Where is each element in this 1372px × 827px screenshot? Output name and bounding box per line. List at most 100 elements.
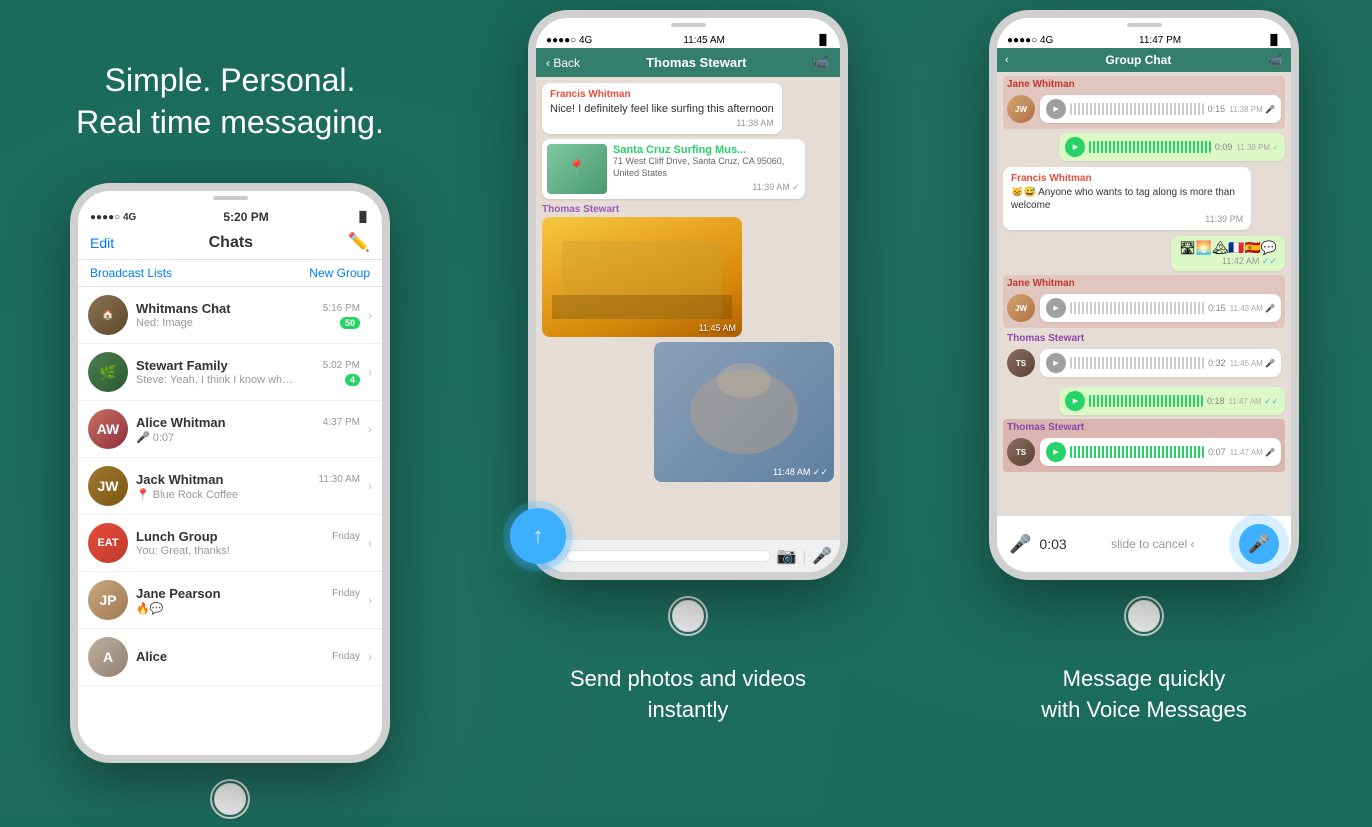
- jane-sender-name-2: Jane Whitman: [1007, 278, 1281, 289]
- phone2-home-area: [528, 588, 848, 644]
- list-item[interactable]: A Alice Friday ›: [78, 629, 382, 686]
- chat-time: Friday: [332, 651, 360, 662]
- voice-bubble-out1[interactable]: ▶ 0:09 11:38 PM ✓: [1059, 133, 1285, 161]
- chat-badge: 4: [345, 374, 360, 386]
- francis-name: Francis Whitman: [1011, 173, 1243, 184]
- voice-bubble-jane1[interactable]: ▶ 0:15 11:38 PM 🎤: [1040, 95, 1281, 123]
- phone1-time: 5:20 PM: [223, 210, 268, 224]
- message-time: 11:38 AM: [550, 118, 774, 128]
- list-item[interactable]: AW Alice Whitman 4:37 PM 🎤 0:07 ›: [78, 401, 382, 458]
- chat-header: Alice Friday: [136, 649, 360, 664]
- play-button-out[interactable]: ▶: [1065, 137, 1085, 157]
- list-item[interactable]: JW Jack Whitman 11:30 AM 📍 Blue Rock Cof…: [78, 458, 382, 515]
- phone1-nav: Edit Chats ✏️: [78, 226, 382, 260]
- video-bg: [542, 217, 742, 337]
- edit-button[interactable]: Edit: [90, 235, 114, 251]
- waveform-out2: [1089, 395, 1203, 407]
- emoji-message: 🛣🌅🏔🇫🇷🇪🇸💬 11:42 AM ✓✓: [1003, 234, 1285, 273]
- thomas-section: Thomas Stewart TS ▶ 0:32 11:45 AM 🎤: [1003, 330, 1285, 383]
- voice-ts-out2: 11:47 AM ✓✓: [1228, 396, 1279, 407]
- chat-header: Jane Pearson Friday: [136, 586, 360, 601]
- play-button-out2[interactable]: ▶: [1065, 391, 1085, 411]
- list-item[interactable]: 🌿 Stewart Family 5:02 PM Steve: Yeah, I …: [78, 344, 382, 401]
- separator: |: [802, 548, 806, 564]
- voice-bubble-thomas1[interactable]: ▶ 0:32 11:45 AM 🎤: [1040, 349, 1281, 377]
- mic-record-button[interactable]: 🎤: [1239, 524, 1279, 564]
- compose-button[interactable]: ✏️: [348, 232, 370, 253]
- voice-ts-j2: 11:43 AM 🎤: [1230, 304, 1275, 313]
- chat-preview: Steve: Yeah, I think I know wha... 4: [136, 374, 360, 386]
- chevron-icon: ›: [368, 650, 372, 664]
- chevron-icon: ›: [368, 308, 372, 322]
- waveform-t2: [1070, 446, 1204, 458]
- list-item[interactable]: JP Jane Pearson Friday 🔥💬 ›: [78, 572, 382, 629]
- chat-name: Jack Whitman: [136, 472, 223, 487]
- thomas-sender-name: Thomas Stewart: [1007, 333, 1281, 344]
- video-bubble[interactable]: ▶ 11:45 AM: [542, 217, 742, 337]
- play-button-t2[interactable]: ▶: [1046, 442, 1066, 462]
- chat-preview: 🎤 0:07: [136, 431, 360, 444]
- list-item[interactable]: 🏠 Whitmans Chat 5:16 PM Ned: Image 50: [78, 287, 382, 344]
- section2-label: Send photos and videos instantly: [570, 664, 806, 726]
- new-group-link[interactable]: New Group: [309, 266, 370, 280]
- waveform-j2: [1070, 302, 1204, 314]
- list-item[interactable]: EAT Lunch Group Friday You: Great, thank…: [78, 515, 382, 572]
- message-bubble-location: Santa Cruz Surfing Mus... 71 West Cliff …: [542, 139, 805, 199]
- home-button-2[interactable]: [668, 596, 708, 636]
- voice-timestamp-out: 11:38 PM ✓: [1236, 143, 1279, 152]
- video-call-icon[interactable]: 📹: [813, 54, 830, 71]
- chat-preview-text: Ned: Image: [136, 317, 193, 329]
- voice-bubble-thomas2[interactable]: ▶ 0:07 11:47 AM 🎤: [1040, 438, 1281, 466]
- photo-bg: [654, 342, 834, 482]
- voice-duration: 0:15: [1208, 104, 1226, 114]
- phone3-frame: ●●●●○ 4G 11:47 PM ▐▌ ‹ Group Chat 📹: [989, 10, 1299, 580]
- video-icon-3[interactable]: 📹: [1268, 53, 1283, 67]
- play-button-j2[interactable]: ▶: [1046, 298, 1066, 318]
- middle-section: ●●●●○ 4G 11:45 AM ▐▌ ‹ Back Thomas Stewa…: [460, 0, 916, 815]
- phone1-status-bar: ●●●●○ 4G 5:20 PM ▐▌: [78, 206, 382, 226]
- chat-preview: You: Great, thanks!: [136, 545, 360, 557]
- play-button[interactable]: ▶: [1046, 99, 1066, 119]
- camera-icon[interactable]: 📷: [777, 546, 797, 566]
- thomas-avatar-2: TS: [1007, 438, 1035, 466]
- home-button[interactable]: [210, 779, 250, 819]
- upload-button[interactable]: ↑: [510, 508, 566, 564]
- video-inner: ▶: [542, 217, 742, 337]
- broadcast-lists-link[interactable]: Broadcast Lists: [90, 266, 172, 280]
- voice-bubble-jane2[interactable]: ▶ 0:15 11:43 AM 🎤: [1040, 294, 1281, 322]
- back-button[interactable]: ‹ Back: [546, 56, 580, 70]
- phone2-battery: ▐▌: [816, 35, 830, 46]
- phone1-signal: ●●●●○ 4G: [90, 212, 136, 223]
- phone1-frame: ●●●●○ 4G 5:20 PM ▐▌ Edit Chats ✏️: [70, 183, 390, 763]
- home-button-inner: [214, 783, 246, 815]
- phone2-speaker: [671, 23, 706, 27]
- voice-timestamp: 11:38 PM 🎤: [1229, 105, 1275, 114]
- home-button-inner-2: [672, 600, 704, 632]
- chat-header: Lunch Group Friday: [136, 529, 360, 544]
- chat-name: Whitmans Chat: [136, 301, 231, 316]
- chat-content: Alice Whitman 4:37 PM 🎤 0:07: [136, 415, 360, 444]
- phone1-speaker: [213, 196, 248, 200]
- phone2-time: 11:45 AM: [683, 35, 725, 46]
- voice-dur-j2: 0:15: [1208, 303, 1226, 313]
- message-bubble: Francis Whitman Nice! I definitely feel …: [542, 83, 782, 134]
- voice-ts-t1: 11:45 AM 🎤: [1230, 359, 1275, 368]
- voice-bubble-out2[interactable]: ▶ 0:18 11:47 AM ✓✓: [1059, 387, 1285, 415]
- microphone-icon[interactable]: 🎤: [812, 546, 832, 566]
- phone2-signal: ●●●●○ 4G: [546, 35, 592, 46]
- chat-time: 4:37 PM: [323, 417, 360, 428]
- phone3-time: 11:47 PM: [1139, 35, 1181, 46]
- home-button-3[interactable]: [1124, 596, 1164, 636]
- recording-mic-icon: 🎤: [1009, 534, 1031, 555]
- photo-bubble[interactable]: 11:48 AM ✓✓: [654, 342, 834, 482]
- thomas-sender-name-2: Thomas Stewart: [1007, 422, 1281, 433]
- message-input[interactable]: [566, 550, 770, 562]
- phone1-inner: ●●●●○ 4G 5:20 PM ▐▌ Edit Chats ✏️: [78, 191, 382, 755]
- play-button-t1[interactable]: ▶: [1046, 353, 1066, 373]
- emoji-time: 11:42 AM ✓✓: [1179, 256, 1277, 267]
- message-sender: Thomas Stewart: [542, 204, 834, 215]
- back-button-3[interactable]: ‹: [1005, 54, 1009, 66]
- chat-preview-text: 🔥💬: [136, 602, 163, 615]
- jane-avatar: JW: [1007, 95, 1035, 123]
- chat-time: Friday: [332, 588, 360, 599]
